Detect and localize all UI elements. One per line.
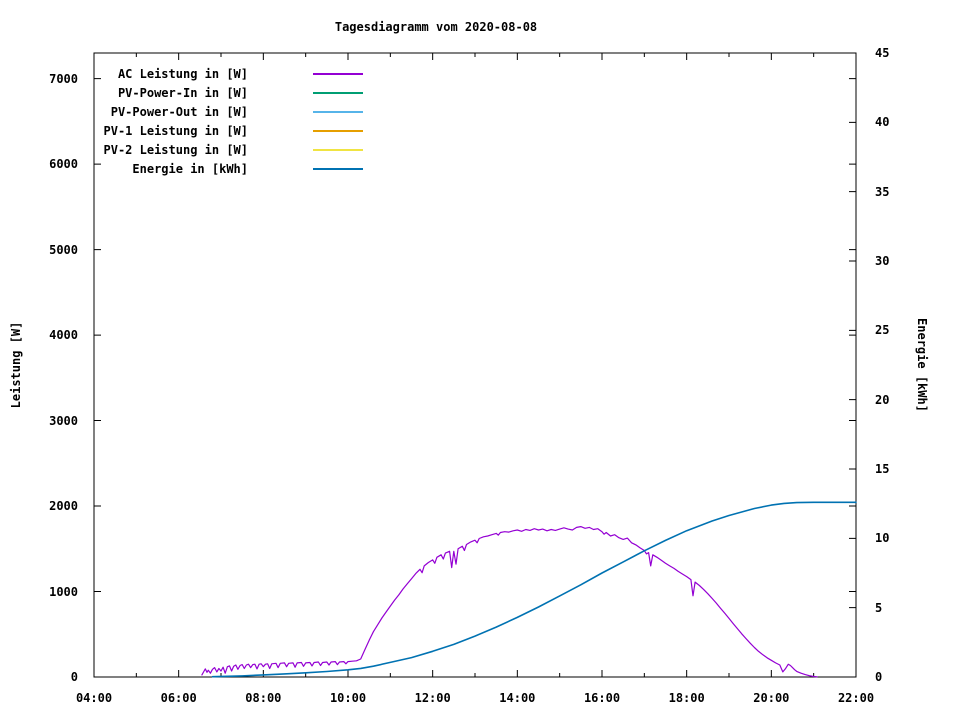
legend-label: PV-2 Leistung in [W] (103, 143, 249, 157)
y1-tick-label: 4000 (49, 328, 78, 343)
y2-tick-label: 25 (875, 323, 890, 338)
y1-tick-label: 1000 (49, 584, 78, 599)
x-tick-label: 14:00 (499, 691, 536, 705)
x-tick-label: 06:00 (160, 691, 197, 705)
legend-label: AC Leistung in [W] (117, 67, 248, 81)
x-tick-label: 22:00 (837, 691, 875, 705)
y1-tick-label: 0 (70, 670, 78, 684)
legend-color-line (313, 73, 363, 75)
y2-tick-label: 30 (875, 254, 890, 268)
legend-color-line (313, 111, 363, 113)
y2-tick-label: 20 (875, 392, 890, 407)
y1-tick-label: 7000 (49, 71, 78, 86)
y2-tick-label: 35 (875, 184, 890, 199)
x-tick-label: 12:00 (414, 691, 451, 705)
legend-item-pv2-leistung: PV-2 Leistung in [W] (0, 141, 960, 160)
y2-tick-label: 45 (875, 46, 890, 60)
series-line-0 (201, 525, 818, 678)
legend-color-line (313, 149, 363, 151)
legend-color-line (313, 130, 363, 132)
legend-label: PV-1 Leistung in [W] (103, 124, 249, 138)
y2-tick-label: 10 (875, 531, 890, 546)
x-tick-label: 08:00 (245, 691, 282, 705)
legend-item-energie: Energie in [kWh] (0, 160, 960, 179)
legend-item-pv-power-in: PV-Power-In in [W] (0, 84, 960, 103)
legend-color-line (313, 168, 363, 170)
x-tick-label: 04:00 (75, 691, 113, 705)
y2-tick-label: 40 (875, 115, 890, 130)
x-tick-label: 20:00 (753, 691, 790, 705)
legend-item-pv1-leistung: PV-1 Leistung in [W] (0, 122, 960, 141)
y1-tick-label: 2000 (49, 499, 78, 514)
legend-label: Energie in [kWh] (132, 162, 248, 176)
x-tick-label: 18:00 (668, 691, 705, 705)
y2-tick-label: 15 (875, 462, 890, 476)
legend-item-pv-power-out: PV-Power-Out in [W] (0, 103, 960, 122)
y2-tick-label: 0 (875, 670, 883, 684)
y1-tick-label: 5000 (49, 242, 78, 257)
y1-tick-label: 6000 (49, 157, 78, 172)
x-tick-label: 10:00 (329, 691, 367, 705)
legend-label: PV-Power-Out in [W] (110, 105, 248, 119)
y1-tick-label: 3000 (49, 413, 78, 428)
legend-color-line (313, 92, 363, 94)
x-tick-label: 16:00 (583, 691, 621, 705)
legend-item-ac-leistung: AC Leistung in [W] (0, 65, 960, 84)
tagesdiagramm-chart: Tagesdiagramm vom 2020-08-08 Leistung [W… (0, 0, 960, 720)
legend-label: PV-Power-In in [W] (117, 86, 248, 100)
y2-tick-label: 5 (875, 600, 883, 615)
